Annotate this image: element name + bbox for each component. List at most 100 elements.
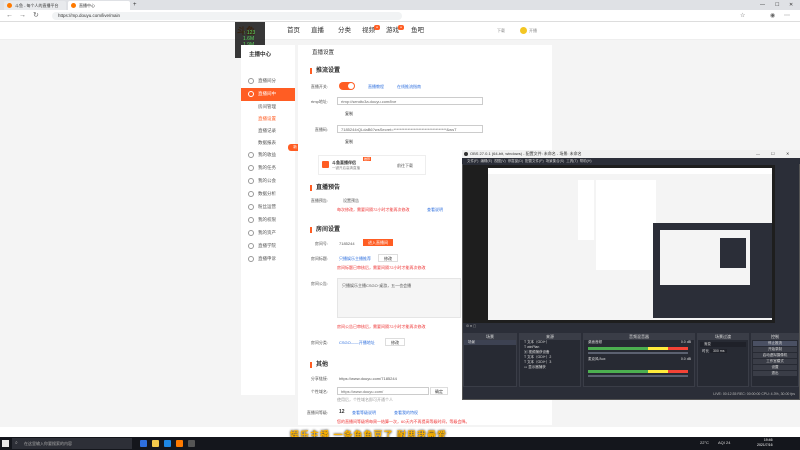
profile-icon[interactable]: ◉ bbox=[770, 11, 775, 21]
share-link-value[interactable]: https://www.douyu.com/7185244 bbox=[339, 376, 397, 381]
sidebar-subitem[interactable]: 直播记录 bbox=[241, 125, 295, 137]
go-live-link[interactable]: 开播 bbox=[529, 22, 537, 40]
sidebar-item-active[interactable]: 直播间中 bbox=[241, 88, 295, 101]
custom-domain-input[interactable]: https://www.douyu.com/ bbox=[337, 387, 429, 395]
sidebar-item[interactable]: 数据分析 bbox=[241, 188, 295, 201]
captured-header bbox=[488, 168, 772, 174]
page-title: 直播设置 bbox=[312, 50, 335, 56]
sidebar-subitem[interactable]: 房间管理 bbox=[241, 101, 295, 113]
asset-icon bbox=[248, 230, 254, 236]
help-link[interactable]: 查看说明 bbox=[427, 207, 443, 213]
sidebar-item[interactable]: 我的公会 bbox=[241, 175, 295, 188]
ime-indicator[interactable]: AQI 24 bbox=[718, 440, 730, 445]
task-view-icon[interactable] bbox=[140, 440, 147, 447]
notice-textarea[interactable]: 只播娱乐主播CSGO·桌游，五一也会播 bbox=[337, 278, 461, 318]
obs-menu-item[interactable]: 工具(T) bbox=[566, 159, 577, 163]
nav-category[interactable]: 分类 bbox=[338, 22, 351, 40]
settings-button[interactable]: 设置 bbox=[753, 365, 797, 370]
copy-button[interactable]: 复制 bbox=[345, 111, 353, 117]
nav-game[interactable]: 游戏 bbox=[386, 22, 399, 40]
url-input[interactable]: https://mp.douyu.com/live/main bbox=[52, 12, 402, 20]
nav-fishbar[interactable]: 鱼吧 bbox=[411, 22, 424, 40]
rtmp-field[interactable]: rtmp://sendtc3a.douyu.com/live bbox=[337, 97, 483, 105]
source-item[interactable]: ▭ 显示器捕获 bbox=[520, 365, 580, 370]
help-link[interactable]: 查看等级说明 bbox=[352, 410, 376, 416]
douyu-app-icon[interactable] bbox=[176, 440, 183, 447]
obs-app-icon[interactable] bbox=[188, 440, 195, 447]
home-icon bbox=[248, 78, 254, 84]
sidebar-subitem[interactable]: 数据报表 bbox=[241, 137, 295, 149]
browser-tab-active[interactable]: 直播中心 bbox=[68, 1, 130, 10]
volume-slider[interactable] bbox=[588, 352, 688, 354]
windows-start-icon[interactable] bbox=[2, 440, 9, 447]
user-avatar[interactable] bbox=[520, 27, 527, 34]
sidebar-item[interactable]: 直播间分 bbox=[241, 75, 295, 88]
sidebar-item[interactable]: 直播申诉 bbox=[241, 253, 295, 266]
sidebar-item[interactable]: 直播学院 bbox=[241, 240, 295, 253]
edit-button[interactable]: 修改 bbox=[378, 254, 398, 262]
volume-slider[interactable] bbox=[588, 375, 688, 377]
stream-key-field[interactable]: 7185244rQLdaB6?wsSecret=****************… bbox=[337, 125, 483, 133]
companion-promo[interactable]: 斗鱼直播伴侣 一键开启高清直播 推荐 前往下载 bbox=[318, 155, 426, 175]
obs-menu-item[interactable]: 配置文件(P) bbox=[525, 159, 544, 163]
virtual-camera-button[interactable]: 启动虚拟摄像机 bbox=[753, 353, 797, 358]
obs-menu-item[interactable]: 视图(V) bbox=[494, 159, 506, 163]
help-link[interactable]: 在线推流指南 bbox=[397, 84, 421, 90]
file-explorer-icon[interactable] bbox=[152, 440, 159, 447]
stop-stream-button[interactable]: 停止推流 bbox=[753, 341, 797, 346]
download-button[interactable]: 前往下载 bbox=[397, 163, 413, 169]
obs-transitions-panel: 场景过渡 渐变 时长 300 ms bbox=[697, 333, 749, 387]
weather-text[interactable]: 22°C bbox=[700, 440, 709, 445]
sidebar-item[interactable]: 我的任务 bbox=[241, 162, 295, 175]
edge-browser-icon[interactable] bbox=[164, 440, 171, 447]
source-label: 视频捕获设备 bbox=[528, 350, 550, 354]
obs-menu-item[interactable]: 停靠窗(D) bbox=[508, 159, 523, 163]
copy-button[interactable]: 复制 bbox=[345, 139, 353, 145]
sidebar-item[interactable]: 粉丝运营 bbox=[241, 201, 295, 214]
browser-tab[interactable]: 斗鱼 - 每个人的直播平台 bbox=[4, 1, 66, 10]
obs-menu-item[interactable]: 场景集合(S) bbox=[546, 159, 565, 163]
enter-room-button[interactable]: 进入直播间 bbox=[363, 239, 393, 246]
sidebar-subitem-active[interactable]: 直播设置 bbox=[241, 113, 295, 125]
obs-close-icon[interactable]: ✕ bbox=[786, 150, 789, 158]
preview-value[interactable]: 设置预告 bbox=[343, 198, 359, 204]
obs-menu-item[interactable]: 文件(F) bbox=[467, 159, 478, 163]
obs-sources-panel: 来源 T 文本（GDI+） T winPlan ▣ 视频捕获设备 T 文本（GD… bbox=[519, 333, 581, 387]
maximize-icon[interactable]: ☐ bbox=[775, 0, 779, 10]
forward-icon[interactable]: → bbox=[19, 11, 26, 21]
edit-button[interactable]: 修改 bbox=[385, 338, 405, 346]
scene-item[interactable]: 场景 bbox=[464, 340, 516, 345]
transition-select[interactable]: 渐变 bbox=[700, 342, 746, 347]
download-link[interactable]: 下载 bbox=[497, 22, 505, 40]
more-icon[interactable]: ⋯ bbox=[784, 11, 790, 21]
obs-menu-item[interactable]: 帮助(H) bbox=[580, 159, 592, 163]
new-tab-button[interactable]: + bbox=[133, 0, 137, 10]
sidebar-item[interactable]: 我的权限 bbox=[241, 214, 295, 227]
minimize-icon[interactable]: — bbox=[760, 0, 765, 10]
system-clock[interactable]: 19:46 2021/7/16 bbox=[757, 438, 773, 448]
taskbar-search[interactable]: 在这里输入你要搜索的内容 bbox=[12, 438, 132, 449]
nav-video[interactable]: 视频 bbox=[362, 22, 375, 40]
confirm-button[interactable]: 确定 bbox=[430, 387, 448, 395]
close-icon[interactable]: ✕ bbox=[789, 0, 793, 10]
refresh-icon[interactable]: ↻ bbox=[33, 11, 39, 21]
room-level-value: 12 bbox=[339, 409, 345, 415]
obs-menu-item[interactable]: 编辑(E) bbox=[480, 159, 492, 163]
studio-mode-button[interactable]: 工作室模式 bbox=[753, 359, 797, 364]
sidebar-item-label: 我的任务 bbox=[258, 165, 276, 170]
sidebar-item[interactable]: 我的收益 bbox=[241, 149, 295, 162]
star-icon[interactable]: ☆ bbox=[740, 11, 745, 21]
nav-live[interactable]: 直播 bbox=[311, 22, 324, 40]
record-button[interactable]: 开始录制 bbox=[753, 347, 797, 352]
obs-maximize-icon[interactable]: ☐ bbox=[771, 150, 775, 158]
obs-minimize-icon[interactable]: — bbox=[756, 150, 760, 158]
help-link[interactable]: 直播教程 bbox=[368, 84, 384, 90]
field-label: 个性域名: bbox=[310, 389, 328, 394]
back-icon[interactable]: ← bbox=[6, 11, 13, 21]
exit-button[interactable]: 退出 bbox=[753, 371, 797, 376]
sidebar-item[interactable]: 我的资产 bbox=[241, 227, 295, 240]
live-toggle[interactable] bbox=[339, 82, 355, 90]
nav-home[interactable]: 首页 bbox=[287, 22, 300, 40]
duration-input[interactable]: 300 ms bbox=[709, 349, 728, 353]
help-link[interactable]: 查看我的特权 bbox=[394, 410, 418, 416]
